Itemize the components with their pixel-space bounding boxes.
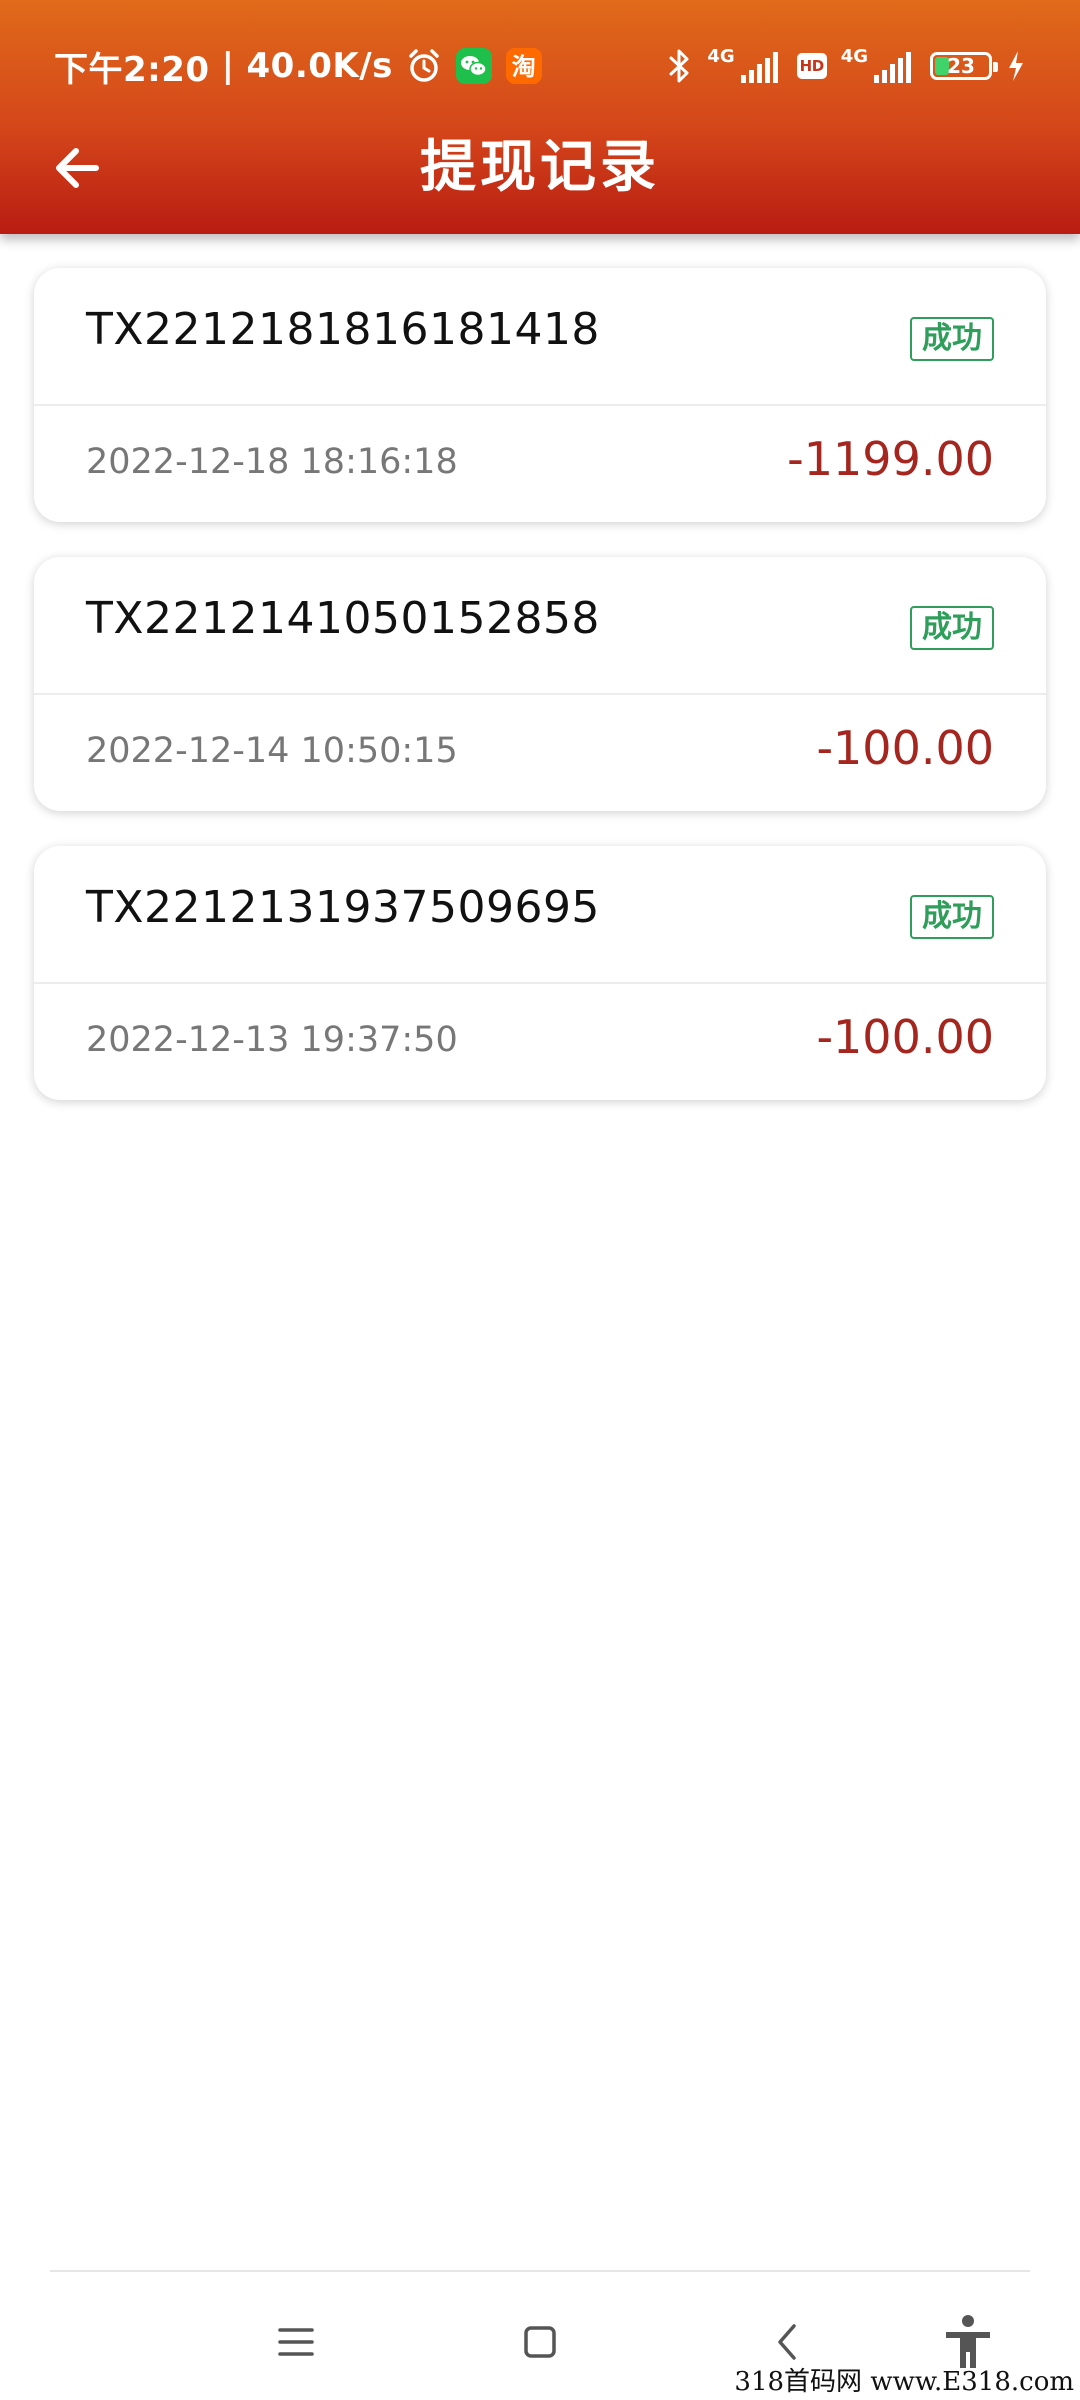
status-badge: 成功 xyxy=(910,895,994,939)
hd-badge: HD xyxy=(796,53,827,79)
status-badge: 成功 xyxy=(910,606,994,650)
status-net-speed: 40.0K/s xyxy=(246,46,393,86)
menu-icon xyxy=(278,2328,314,2356)
charging-icon xyxy=(1006,49,1026,83)
chevron-left-icon xyxy=(778,2324,796,2360)
wechat-icon xyxy=(455,47,493,85)
header: 下午2:20 | 40.0K/s 淘 4G HD 4G 23 提现记录 xyxy=(0,0,1080,234)
order-number: TX2212131937509695 xyxy=(86,882,600,933)
order-number: TX2212141050152858 xyxy=(86,593,600,644)
status-left: 下午2:20 | 40.0K/s 淘 xyxy=(54,38,543,94)
status-time: 下午2:20 xyxy=(54,49,210,90)
status-right: 4G HD 4G 23 xyxy=(667,38,1026,94)
status-bar: 下午2:20 | 40.0K/s 淘 4G HD 4G 23 xyxy=(0,38,1080,94)
record-card[interactable]: TX2212141050152858 成功 2022-12-14 10:50:1… xyxy=(34,557,1046,811)
order-number: TX2212181816181418 xyxy=(86,304,600,355)
record-details: 2022-12-13 19:37:50 -100.00 xyxy=(34,984,1046,1100)
signal-icon-1 xyxy=(739,49,783,83)
home-icon xyxy=(524,2326,556,2358)
record-header: TX2212141050152858 成功 xyxy=(34,557,1046,695)
record-details: 2022-12-14 10:50:15 -100.00 xyxy=(34,695,1046,811)
record-header: TX2212131937509695 成功 xyxy=(34,846,1046,984)
record-time: 2022-12-18 18:16:18 xyxy=(86,442,458,482)
record-card[interactable]: TX2212131937509695 成功 2022-12-13 19:37:5… xyxy=(34,846,1046,1100)
record-time: 2022-12-14 10:50:15 xyxy=(86,731,458,771)
record-details: 2022-12-18 18:16:18 -1199.00 xyxy=(34,406,1046,522)
menu-button[interactable] xyxy=(266,2312,326,2372)
withdrawal-record-list: TX2212181816181418 成功 2022-12-18 18:16:1… xyxy=(34,268,1046,1135)
app-bar: 提现记录 xyxy=(0,118,1080,218)
page-title: 提现记录 xyxy=(420,135,660,200)
network-type-1: 4G xyxy=(707,45,735,67)
status-badge: 成功 xyxy=(910,317,994,361)
taobao-icon: 淘 xyxy=(505,47,543,85)
record-card[interactable]: TX2212181816181418 成功 2022-12-18 18:16:1… xyxy=(34,268,1046,522)
alarm-icon xyxy=(405,47,443,85)
taobao-glyph: 淘 xyxy=(512,53,537,81)
watermark: 318首码网 www.E318.com xyxy=(734,2367,1074,2397)
record-amount: -100.00 xyxy=(816,1010,994,1064)
record-header: TX2212181816181418 成功 xyxy=(34,268,1046,406)
status-separator: | xyxy=(221,46,235,86)
record-amount: -100.00 xyxy=(816,721,994,775)
network-type-2: 4G xyxy=(840,45,868,67)
record-time: 2022-12-13 19:37:50 xyxy=(86,1020,458,1060)
home-button[interactable] xyxy=(510,2312,570,2372)
battery-icon: 23 xyxy=(930,52,998,80)
battery-level: 23 xyxy=(947,54,975,78)
signal-icon-2 xyxy=(872,49,916,83)
bluetooth-icon xyxy=(667,47,693,85)
record-amount: -1199.00 xyxy=(787,432,994,486)
system-nav-bar: 318首码网 www.E318.com xyxy=(0,2272,1080,2400)
